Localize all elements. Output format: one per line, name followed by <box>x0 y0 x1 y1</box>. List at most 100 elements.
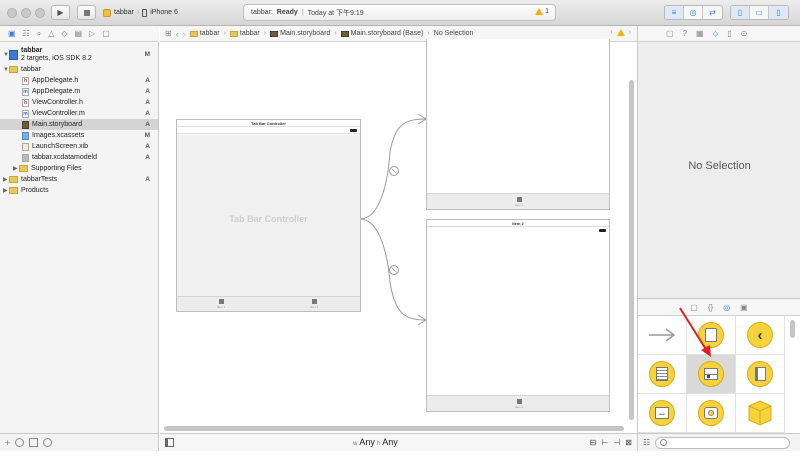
horizontal-scrollbar[interactable] <box>160 426 627 431</box>
storyboard-canvas[interactable]: Tab Bar Controller Tab Bar Controller It… <box>160 39 637 433</box>
breadcrumb-file[interactable]: Main.storyboard <box>270 30 330 37</box>
file-row[interactable]: m AppDelegate.m A <box>0 86 158 97</box>
breadcrumb-localization[interactable]: Main.storyboard (Base) <box>340 30 423 37</box>
page-view-controller-item[interactable] <box>736 355 785 394</box>
test-icon[interactable]: ◇ <box>61 29 67 38</box>
jump-bar-right: ‹ › <box>610 29 631 36</box>
tab-item-icon <box>311 299 317 304</box>
file-row[interactable]: LaunchScreen.xib A <box>0 141 158 152</box>
size-inspector-icon[interactable]: ▯ <box>727 29 731 38</box>
forward-icon[interactable]: › <box>183 29 186 39</box>
add-icon[interactable]: + <box>5 438 10 448</box>
file-row[interactable]: ▶ tabbarTests A <box>0 174 158 185</box>
library-scrollbar[interactable] <box>790 320 795 338</box>
tab-item-2[interactable]: Item 2 <box>310 299 318 309</box>
project-subtitle: 2 targets, iOS SDK 8.2 <box>21 54 92 62</box>
align-icon[interactable]: ⊟ <box>590 438 597 447</box>
scene-content: Tab Bar Controller <box>177 135 360 297</box>
file-inspector-icon[interactable]: ▢ <box>666 29 674 38</box>
zoom-window-button[interactable] <box>35 8 45 18</box>
debug-icon[interactable]: ▤ <box>75 29 83 38</box>
file-row[interactable]: h AppDelegate.h A <box>0 75 158 86</box>
header-file-icon: h <box>22 98 29 107</box>
warning-indicator[interactable]: 1 <box>535 8 549 15</box>
warning-icon[interactable]: △ <box>48 29 54 38</box>
file-label: LaunchScreen.xib <box>32 143 89 150</box>
scroll-thumb[interactable] <box>164 426 624 431</box>
scheme-selector[interactable]: tabbar › iPhone 6 <box>103 5 193 20</box>
project-status: M <box>144 51 150 58</box>
vertical-scrollbar[interactable] <box>629 80 634 420</box>
breadcrumb-project[interactable]: tabbar <box>189 30 220 37</box>
object-item[interactable] <box>736 394 785 433</box>
collection-view-controller-item[interactable]: ••• <box>638 394 687 433</box>
file-row[interactable]: ▶ Products <box>0 185 158 196</box>
xib-file-icon <box>22 142 29 151</box>
minimize-window-button[interactable] <box>21 8 31 18</box>
status-state: Ready <box>276 9 298 16</box>
recent-files-icon[interactable] <box>15 438 25 447</box>
folder-icon <box>9 187 18 194</box>
library-search-field[interactable] <box>655 436 791 449</box>
navigator-toggle-icon[interactable]: ▯ <box>731 6 750 19</box>
item-2-scene[interactable]: Item 2 Item 2 <box>426 219 610 412</box>
version-editor-icon[interactable]: ⇄ <box>703 6 722 19</box>
tab-bar-controller-scene[interactable]: Tab Bar Controller Tab Bar Controller It… <box>176 119 361 312</box>
connections-inspector-icon[interactable]: ⊙ <box>741 29 748 38</box>
search-icon[interactable]: ⌕ <box>37 29 41 39</box>
source-control-filter-icon[interactable] <box>29 438 39 447</box>
debug-area-toggle-icon[interactable]: ▭ <box>750 6 769 19</box>
tab-item-1[interactable]: Item 1 <box>515 197 523 207</box>
folder-icon <box>9 66 18 73</box>
attributes-inspector-icon[interactable]: ⬦ <box>713 29 719 39</box>
assistant-editor-icon[interactable]: ◎ <box>684 6 703 19</box>
previous-issue-icon[interactable]: ‹ <box>610 29 612 36</box>
filter-field-icon[interactable] <box>43 438 53 447</box>
quick-help-icon[interactable]: ? <box>683 29 687 38</box>
file-label: tabbar.xcdatamodeld <box>32 154 97 161</box>
symbol-icon[interactable]: ☷ <box>23 29 30 38</box>
close-window-button[interactable] <box>7 8 17 18</box>
editor-mode-control[interactable]: ≡ ◎ ⇄ <box>664 5 723 20</box>
report-icon[interactable]: ▢ <box>102 29 110 38</box>
resizing-icon[interactable]: ⊠ <box>625 438 632 447</box>
file-row[interactable]: h ViewController.h A <box>0 97 158 108</box>
file-row[interactable]: ▼ tabbar <box>0 64 158 75</box>
item-1-scene[interactable]: Item 1 <box>426 39 610 210</box>
resolve-issues-icon[interactable]: ⊣ <box>613 438 620 447</box>
run-button[interactable]: ▶ <box>51 5 70 20</box>
standard-editor-icon[interactable]: ≡ <box>665 6 684 19</box>
document-outline-toggle-icon[interactable] <box>165 438 174 447</box>
back-icon[interactable]: ‹ <box>176 29 179 39</box>
glkit-view-controller-item[interactable] <box>687 394 736 433</box>
breakpoint-icon[interactable]: ▷ <box>89 29 95 38</box>
breadcrumb-group[interactable]: tabbar <box>229 30 260 37</box>
warning-icon[interactable] <box>616 29 625 36</box>
file-row[interactable]: ▶ Supporting Files <box>0 163 158 174</box>
file-row[interactable]: Images.xcassets M <box>0 130 158 141</box>
tab-item-2[interactable]: Item 2 <box>515 399 523 409</box>
identity-inspector-icon[interactable]: ▦ <box>696 29 704 38</box>
view-toggle-control[interactable]: ▯ ▭ ▯ <box>730 5 789 20</box>
tab-item-1[interactable]: Item 1 <box>217 299 225 309</box>
file-row[interactable]: tabbar.xcdatamodeld A <box>0 152 158 163</box>
source-control-status: A <box>145 121 150 128</box>
source-control-status: A <box>145 176 150 183</box>
navigation-controller-item[interactable]: ‹ <box>736 316 785 355</box>
grid-view-icon[interactable]: ☷ <box>643 438 650 447</box>
breadcrumb-selection[interactable]: No Selection <box>434 30 474 37</box>
device-name: iPhone 6 <box>150 9 178 16</box>
folder-icon[interactable]: ▣ <box>8 29 16 38</box>
pin-icon[interactable]: ⊢ <box>601 438 608 447</box>
file-row[interactable]: Main.storyboard A <box>0 119 158 130</box>
next-issue-icon[interactable]: › <box>629 29 631 36</box>
related-items-icon[interactable]: ⊞ <box>165 29 172 38</box>
file-row[interactable]: m ViewController.m A <box>0 108 158 119</box>
project-row[interactable]: ▼ tabbar 2 targets, iOS SDK 8.2 M <box>0 45 158 64</box>
tab-bar-controller-icon <box>698 361 724 387</box>
height-value: Any <box>382 437 398 447</box>
size-class-control[interactable]: w Any h Any <box>353 437 398 447</box>
media-library-icon[interactable]: ▣ <box>740 303 748 312</box>
stop-button[interactable] <box>77 5 96 20</box>
utilities-toggle-icon[interactable]: ▯ <box>769 6 788 19</box>
